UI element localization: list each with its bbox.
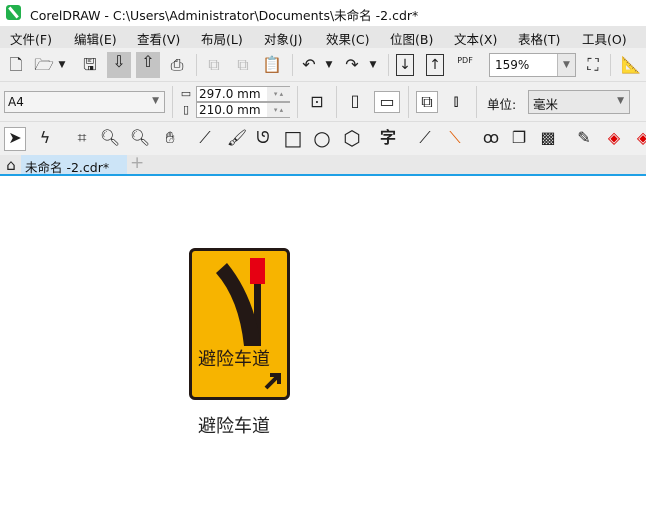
chevron-down-icon[interactable]: ▼ bbox=[557, 54, 575, 76]
zoom-level-combo[interactable]: 159% ▼ bbox=[489, 53, 576, 77]
redo-icon[interactable]: ↷ bbox=[341, 55, 363, 75]
artistic-media-icon[interactable]: 🖌︎ bbox=[226, 128, 248, 148]
menu-tools[interactable]: 工具(O) bbox=[582, 29, 627, 48]
spiral-tool-icon[interactable]: ᘎ bbox=[252, 128, 274, 148]
zoom-out-tool-icon[interactable]: 🔍︎ bbox=[129, 128, 151, 148]
tab-label: 未命名 -2.cdr* bbox=[25, 160, 110, 175]
all-pages-icon[interactable]: ⧉ bbox=[416, 91, 438, 113]
menu-file[interactable]: 文件(F) bbox=[10, 29, 52, 48]
title-bar: CorelDRAW - C:\Users\Administrator\Docum… bbox=[0, 0, 646, 26]
window-title: CorelDRAW - C:\Users\Administrator\Docum… bbox=[30, 8, 419, 23]
page-width-field[interactable]: 297.0 mm ▾ ▴ bbox=[196, 86, 290, 102]
transparency-tool-icon[interactable]: ▩ bbox=[537, 128, 559, 148]
chevron-down-icon: ▼ bbox=[617, 96, 624, 106]
redo-dropdown-icon[interactable]: ▼ bbox=[367, 55, 379, 75]
menu-layout[interactable]: 布局(L) bbox=[201, 29, 243, 48]
document-tab-bar: ⌂ 未命名 -2.cdr* + bbox=[0, 153, 646, 176]
print-icon[interactable]: ⎙ bbox=[166, 55, 188, 75]
smart-fill-icon[interactable]: ◈ bbox=[632, 128, 646, 148]
polygon-tool-icon[interactable]: ⬡ bbox=[341, 128, 363, 148]
menu-view[interactable]: 查看(V) bbox=[137, 29, 180, 48]
import-cloud-icon[interactable]: ⇩ bbox=[107, 52, 131, 78]
units-label: 单位: bbox=[487, 97, 517, 112]
landscape-icon[interactable]: ▭ bbox=[374, 91, 400, 113]
shape-tool-icon[interactable]: ϟ bbox=[34, 128, 56, 148]
escape-lane-sign[interactable]: 避险车道 bbox=[189, 248, 290, 400]
page-size-select[interactable]: A4 ▼ bbox=[4, 91, 165, 113]
blend-tool-icon[interactable]: ꝏ bbox=[480, 128, 502, 148]
undo-icon[interactable]: ↶ bbox=[298, 55, 320, 75]
canvas[interactable]: 避险车道 避险车道 bbox=[0, 177, 646, 513]
connector-tool-icon[interactable]: ⟍ bbox=[444, 128, 466, 148]
zoom-tool-icon[interactable]: 🔍︎ bbox=[99, 128, 121, 148]
current-page-icon[interactable]: ⫾ bbox=[445, 91, 467, 111]
sign-text: 避险车道 bbox=[198, 349, 270, 370]
menu-object[interactable]: 对象(J) bbox=[264, 29, 302, 48]
toolbox: ➤ ϟ ⌗ 🔍︎ 🔍︎ ✋︎ ⟋ 🖌︎ ᘎ □ ○ ⬡ 字 ⟋ ⟍ ꝏ ❐ ▩ … bbox=[0, 122, 646, 155]
tab-document[interactable]: 未命名 -2.cdr* bbox=[21, 155, 127, 175]
home-icon[interactable]: ⌂ bbox=[0, 155, 22, 175]
sign-caption[interactable]: 避险车道 bbox=[198, 412, 270, 438]
new-document-icon[interactable]: 🗋 bbox=[5, 55, 27, 75]
paste-icon[interactable]: 📋 bbox=[261, 55, 283, 75]
text-tool-icon[interactable]: 字 bbox=[377, 128, 399, 148]
units-value: 毫米 bbox=[533, 97, 559, 112]
cut-icon[interactable]: ⧉ bbox=[203, 55, 225, 75]
save-icon[interactable]: 🖫 bbox=[79, 55, 101, 75]
pan-tool-icon[interactable]: ✋︎ bbox=[159, 128, 181, 148]
full-screen-icon[interactable]: ⛶ bbox=[582, 55, 604, 75]
publish-pdf-icon[interactable]: PDF bbox=[454, 56, 476, 65]
arrow-icon bbox=[264, 373, 281, 390]
spinner-icon[interactable]: ▾ ▴ bbox=[267, 87, 290, 101]
pick-tool-icon[interactable]: ➤ bbox=[4, 127, 26, 151]
crop-tool-icon[interactable]: ⌗ bbox=[71, 128, 93, 148]
import-icon[interactable]: ↓ bbox=[396, 54, 414, 76]
page-height-icon: ▯ bbox=[182, 103, 190, 116]
copy-icon[interactable]: ⧉ bbox=[232, 55, 254, 75]
ellipse-tool-icon[interactable]: ○ bbox=[311, 128, 333, 148]
drop-shadow-icon[interactable]: ❐ bbox=[508, 128, 530, 148]
standard-toolbar: 🗋 🗁 ▼ 🖫 ⇩ ⇧ ⎙ ⧉ ⧉ 📋 ↶ ▼ ↷ ▼ ↓ ↑ PDF 159%… bbox=[0, 48, 646, 82]
rulers-icon[interactable]: 📐 bbox=[620, 55, 642, 75]
add-tab-button[interactable]: + bbox=[130, 153, 144, 173]
menu-bitmaps[interactable]: 位图(B) bbox=[390, 29, 433, 48]
menu-bar: 文件(F) 编辑(E) 查看(V) 布局(L) 对象(J) 效果(C) 位图(B… bbox=[0, 26, 646, 48]
property-bar: A4 ▼ ▭ ▯ 297.0 mm ▾ ▴ 210.0 mm ▾ ▴ ⊡ ▯ ▭… bbox=[0, 82, 646, 122]
open-dropdown-icon[interactable]: ▼ bbox=[56, 55, 68, 75]
rectangle-tool-icon[interactable]: □ bbox=[282, 128, 304, 148]
units-select[interactable]: 毫米 ▼ bbox=[528, 90, 630, 114]
menu-edit[interactable]: 编辑(E) bbox=[74, 29, 117, 48]
menu-table[interactable]: 表格(T) bbox=[518, 29, 560, 48]
spinner-icon[interactable]: ▾ ▴ bbox=[267, 103, 290, 117]
coreldraw-logo-icon bbox=[6, 5, 21, 20]
open-icon[interactable]: 🗁 bbox=[33, 55, 55, 75]
page-width-value[interactable]: 297.0 mm bbox=[199, 87, 261, 101]
export-cloud-icon[interactable]: ⇧ bbox=[136, 52, 160, 78]
export-icon[interactable]: ↑ bbox=[426, 54, 444, 76]
dimension-tool-icon[interactable]: ⟋ bbox=[414, 128, 436, 148]
resize-page-icon[interactable]: ⊡ bbox=[306, 92, 328, 112]
menu-effects[interactable]: 效果(C) bbox=[326, 29, 369, 48]
eyedropper-tool-icon[interactable]: ✎ bbox=[573, 128, 595, 148]
lane-branch-graphic bbox=[216, 258, 281, 390]
interactive-fill-icon[interactable]: ◈ bbox=[603, 128, 625, 148]
zoom-level-value[interactable]: 159% bbox=[495, 58, 529, 72]
page-size-value: A4 bbox=[8, 95, 24, 109]
undo-dropdown-icon[interactable]: ▼ bbox=[323, 55, 335, 75]
portrait-icon[interactable]: ▯ bbox=[344, 91, 366, 111]
page-height-value[interactable]: 210.0 mm bbox=[199, 103, 261, 117]
red-marker bbox=[250, 258, 265, 284]
freehand-tool-icon[interactable]: ⟋ bbox=[194, 128, 216, 148]
page-height-field[interactable]: 210.0 mm ▾ ▴ bbox=[196, 102, 290, 118]
menu-text[interactable]: 文本(X) bbox=[454, 29, 497, 48]
chevron-down-icon: ▼ bbox=[152, 96, 159, 106]
